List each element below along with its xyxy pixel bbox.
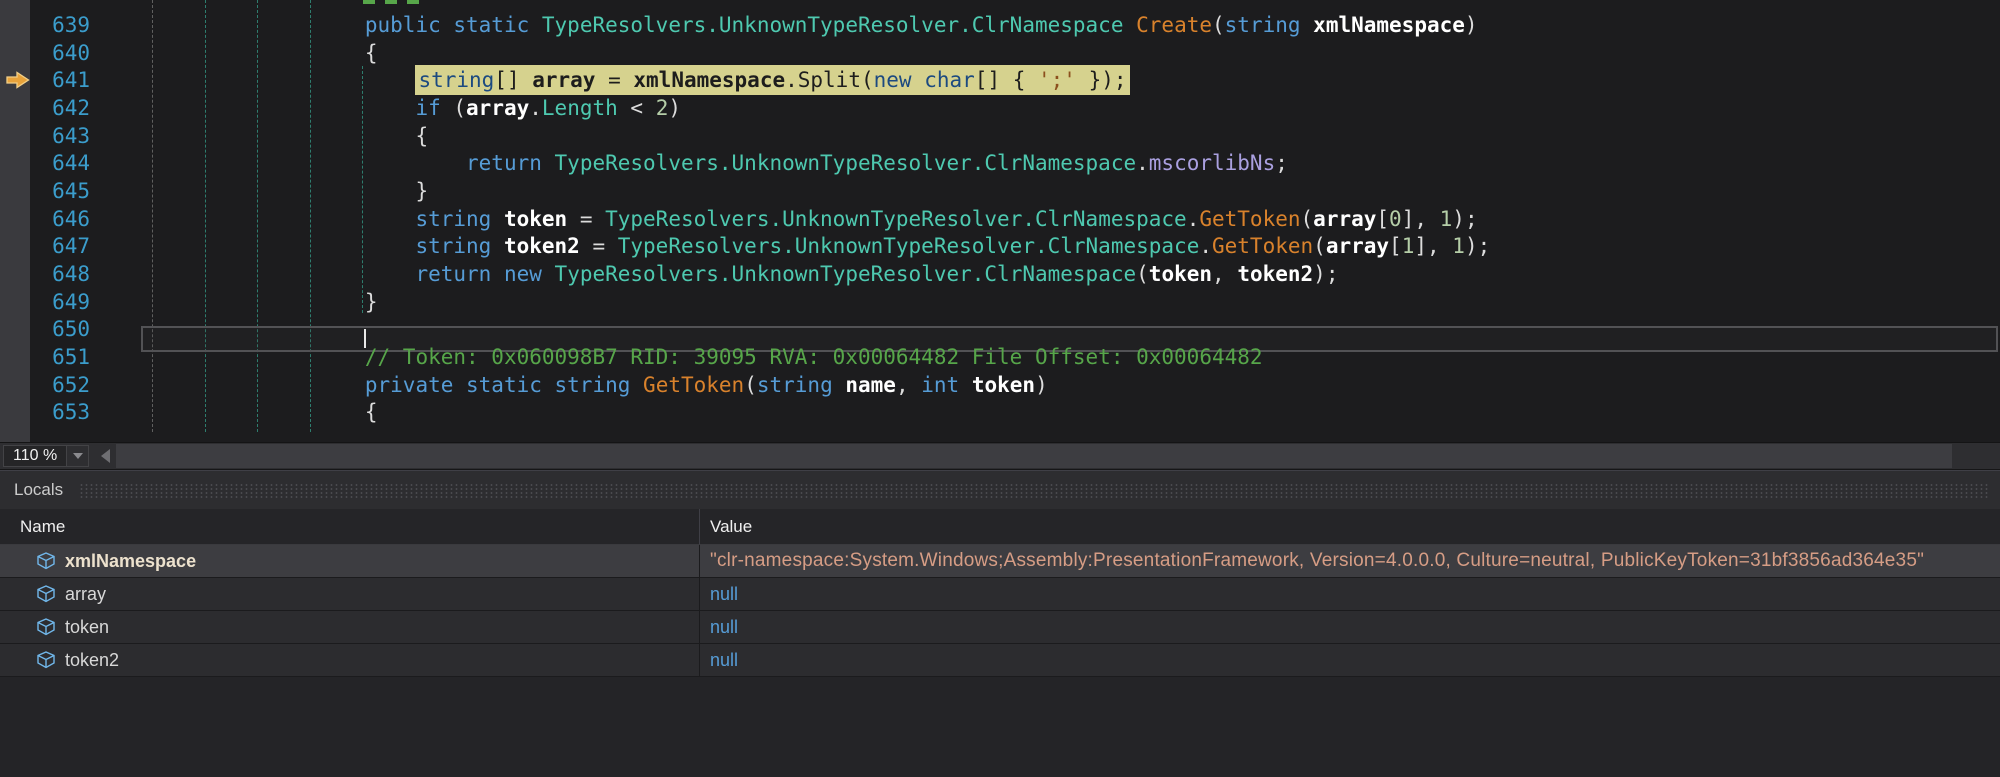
chevron-down-icon <box>72 453 83 459</box>
code-line[interactable]: 641 string[] array = xmlNamespace.Split(… <box>0 65 2000 96</box>
line-number[interactable]: 644 <box>0 151 90 175</box>
scroll-left-icon[interactable] <box>101 449 111 463</box>
code-text: string token2 = TypeResolvers.UnknownTyp… <box>415 234 1491 259</box>
debugger-window: 639 public static TypeResolvers.UnknownT… <box>0 0 2000 777</box>
code-lines: 639 public static TypeResolvers.UnknownT… <box>0 11 2000 426</box>
variable-name-cell: array <box>0 578 700 610</box>
variable-value: null <box>710 616 739 637</box>
editor-bottom-bar: 110 % <box>0 442 2000 469</box>
code-line[interactable]: 642 if (array.Length < 2) <box>0 94 2000 122</box>
line-number[interactable]: 643 <box>0 124 90 148</box>
variable-row-token2[interactable]: token2 null <box>0 644 2000 677</box>
locals-panel: Locals Name Value xmlNamespace "clr-name… <box>0 470 2000 777</box>
variable-name: token <box>65 616 110 637</box>
column-header-value-label: Value <box>710 516 753 536</box>
variable-row-xmlnamespace[interactable]: xmlNamespace "clr-namespace:System.Windo… <box>0 545 2000 578</box>
line-number[interactable]: 649 <box>0 290 90 314</box>
code-line[interactable]: 643 { <box>0 122 2000 150</box>
line-number[interactable]: 650 <box>0 317 90 341</box>
code-text: // Token: 0x060098B7 RID: 39095 RVA: 0x0… <box>364 345 1263 370</box>
variable-value: null <box>710 583 739 604</box>
code-line[interactable]: 640 { <box>0 39 2000 67</box>
line-number[interactable]: 639 <box>0 13 90 37</box>
code-text: string[] array = xmlNamespace.Split(new … <box>112 65 1130 96</box>
column-header-name-label: Name <box>20 516 66 536</box>
variable-name: token2 <box>65 649 120 670</box>
variable-name: array <box>65 583 107 604</box>
code-editor[interactable]: 639 public static TypeResolvers.UnknownT… <box>0 0 2000 442</box>
line-number[interactable]: 645 <box>0 179 90 203</box>
field-icon <box>36 552 56 570</box>
column-header-value[interactable]: Value <box>700 509 2000 544</box>
code-text: } <box>364 289 378 314</box>
variable-value-cell[interactable]: null <box>700 644 2000 676</box>
line-number[interactable]: 648 <box>0 262 90 286</box>
code-line[interactable]: 646 string token = TypeResolvers.Unknown… <box>0 205 2000 233</box>
code-line[interactable]: 651 // Token: 0x060098B7 RID: 39095 RVA:… <box>0 343 2000 371</box>
code-line[interactable]: 644 return TypeResolvers.UnknownTypeReso… <box>0 149 2000 177</box>
field-icon <box>36 585 56 603</box>
horizontal-scrollbar[interactable] <box>89 443 2000 469</box>
code-text: public static TypeResolvers.UnknownTypeR… <box>364 12 1478 37</box>
variable-name-cell: token2 <box>0 644 700 676</box>
variable-row-array[interactable]: array null <box>0 578 2000 611</box>
variable-value-cell[interactable]: null <box>700 611 2000 643</box>
code-text: { <box>364 400 378 425</box>
variable-name-cell: token <box>0 611 700 643</box>
variable-row-token[interactable]: token null <box>0 611 2000 644</box>
line-number[interactable]: 653 <box>0 400 90 424</box>
variable-value-cell[interactable]: null <box>700 578 2000 610</box>
code-line[interactable]: 649 } <box>0 288 2000 316</box>
code-text: } <box>415 178 429 203</box>
code-text: return new TypeResolvers.UnknownTypeReso… <box>415 262 1339 287</box>
locals-title-bar[interactable]: Locals <box>0 471 2000 509</box>
execution-pointer-icon[interactable] <box>5 71 31 89</box>
field-icon <box>36 651 56 669</box>
zoom-dropdown-button[interactable] <box>66 446 89 466</box>
code-text: { <box>364 40 378 65</box>
line-number[interactable]: 646 <box>0 207 90 231</box>
clipped-comment-fragment <box>363 0 375 4</box>
code-text: if (array.Length < 2) <box>415 95 682 120</box>
line-number[interactable]: 642 <box>0 96 90 120</box>
current-statement-highlight: string[] array = xmlNamespace.Split(new … <box>415 65 1130 96</box>
variable-name: xmlNamespace <box>65 550 197 571</box>
line-number[interactable]: 652 <box>0 373 90 397</box>
variable-value-cell[interactable]: "clr-namespace:System.Windows;Assembly:P… <box>700 545 2000 577</box>
zoom-level-select[interactable]: 110 % <box>3 445 90 467</box>
variable-value: null <box>710 649 739 670</box>
column-header-name[interactable]: Name <box>0 509 700 544</box>
code-line[interactable]: 650 <box>0 316 2000 344</box>
titlebar-grip-texture <box>79 482 1988 498</box>
code-text: return TypeResolvers.UnknownTypeResolver… <box>466 151 1288 176</box>
code-line[interactable]: 645 } <box>0 177 2000 205</box>
scrollbar-thumb[interactable] <box>116 444 1952 468</box>
text-caret <box>364 329 366 348</box>
code-line[interactable]: 652 private static string GetToken(strin… <box>0 371 2000 399</box>
code-line[interactable]: 648 return new TypeResolvers.UnknownType… <box>0 260 2000 288</box>
code-text: { <box>415 123 429 148</box>
code-text: private static string GetToken(string na… <box>364 372 1048 397</box>
line-number[interactable]: 647 <box>0 234 90 258</box>
zoom-level-value: 110 % <box>13 447 58 464</box>
locals-title: Locals <box>14 480 64 499</box>
variable-value: "clr-namespace:System.Windows;Assembly:P… <box>710 550 1925 571</box>
field-icon <box>36 618 56 636</box>
code-line[interactable]: 653 { <box>0 399 2000 427</box>
line-number[interactable]: 651 <box>0 345 90 369</box>
code-line[interactable]: 647 string token2 = TypeResolvers.Unknow… <box>0 233 2000 261</box>
variable-name-cell: xmlNamespace <box>0 545 700 577</box>
locals-column-headers: Name Value <box>0 509 2000 545</box>
code-line[interactable]: 639 public static TypeResolvers.UnknownT… <box>0 11 2000 39</box>
line-number[interactable]: 640 <box>0 41 90 65</box>
code-text: string token = TypeResolvers.UnknownType… <box>415 206 1478 231</box>
